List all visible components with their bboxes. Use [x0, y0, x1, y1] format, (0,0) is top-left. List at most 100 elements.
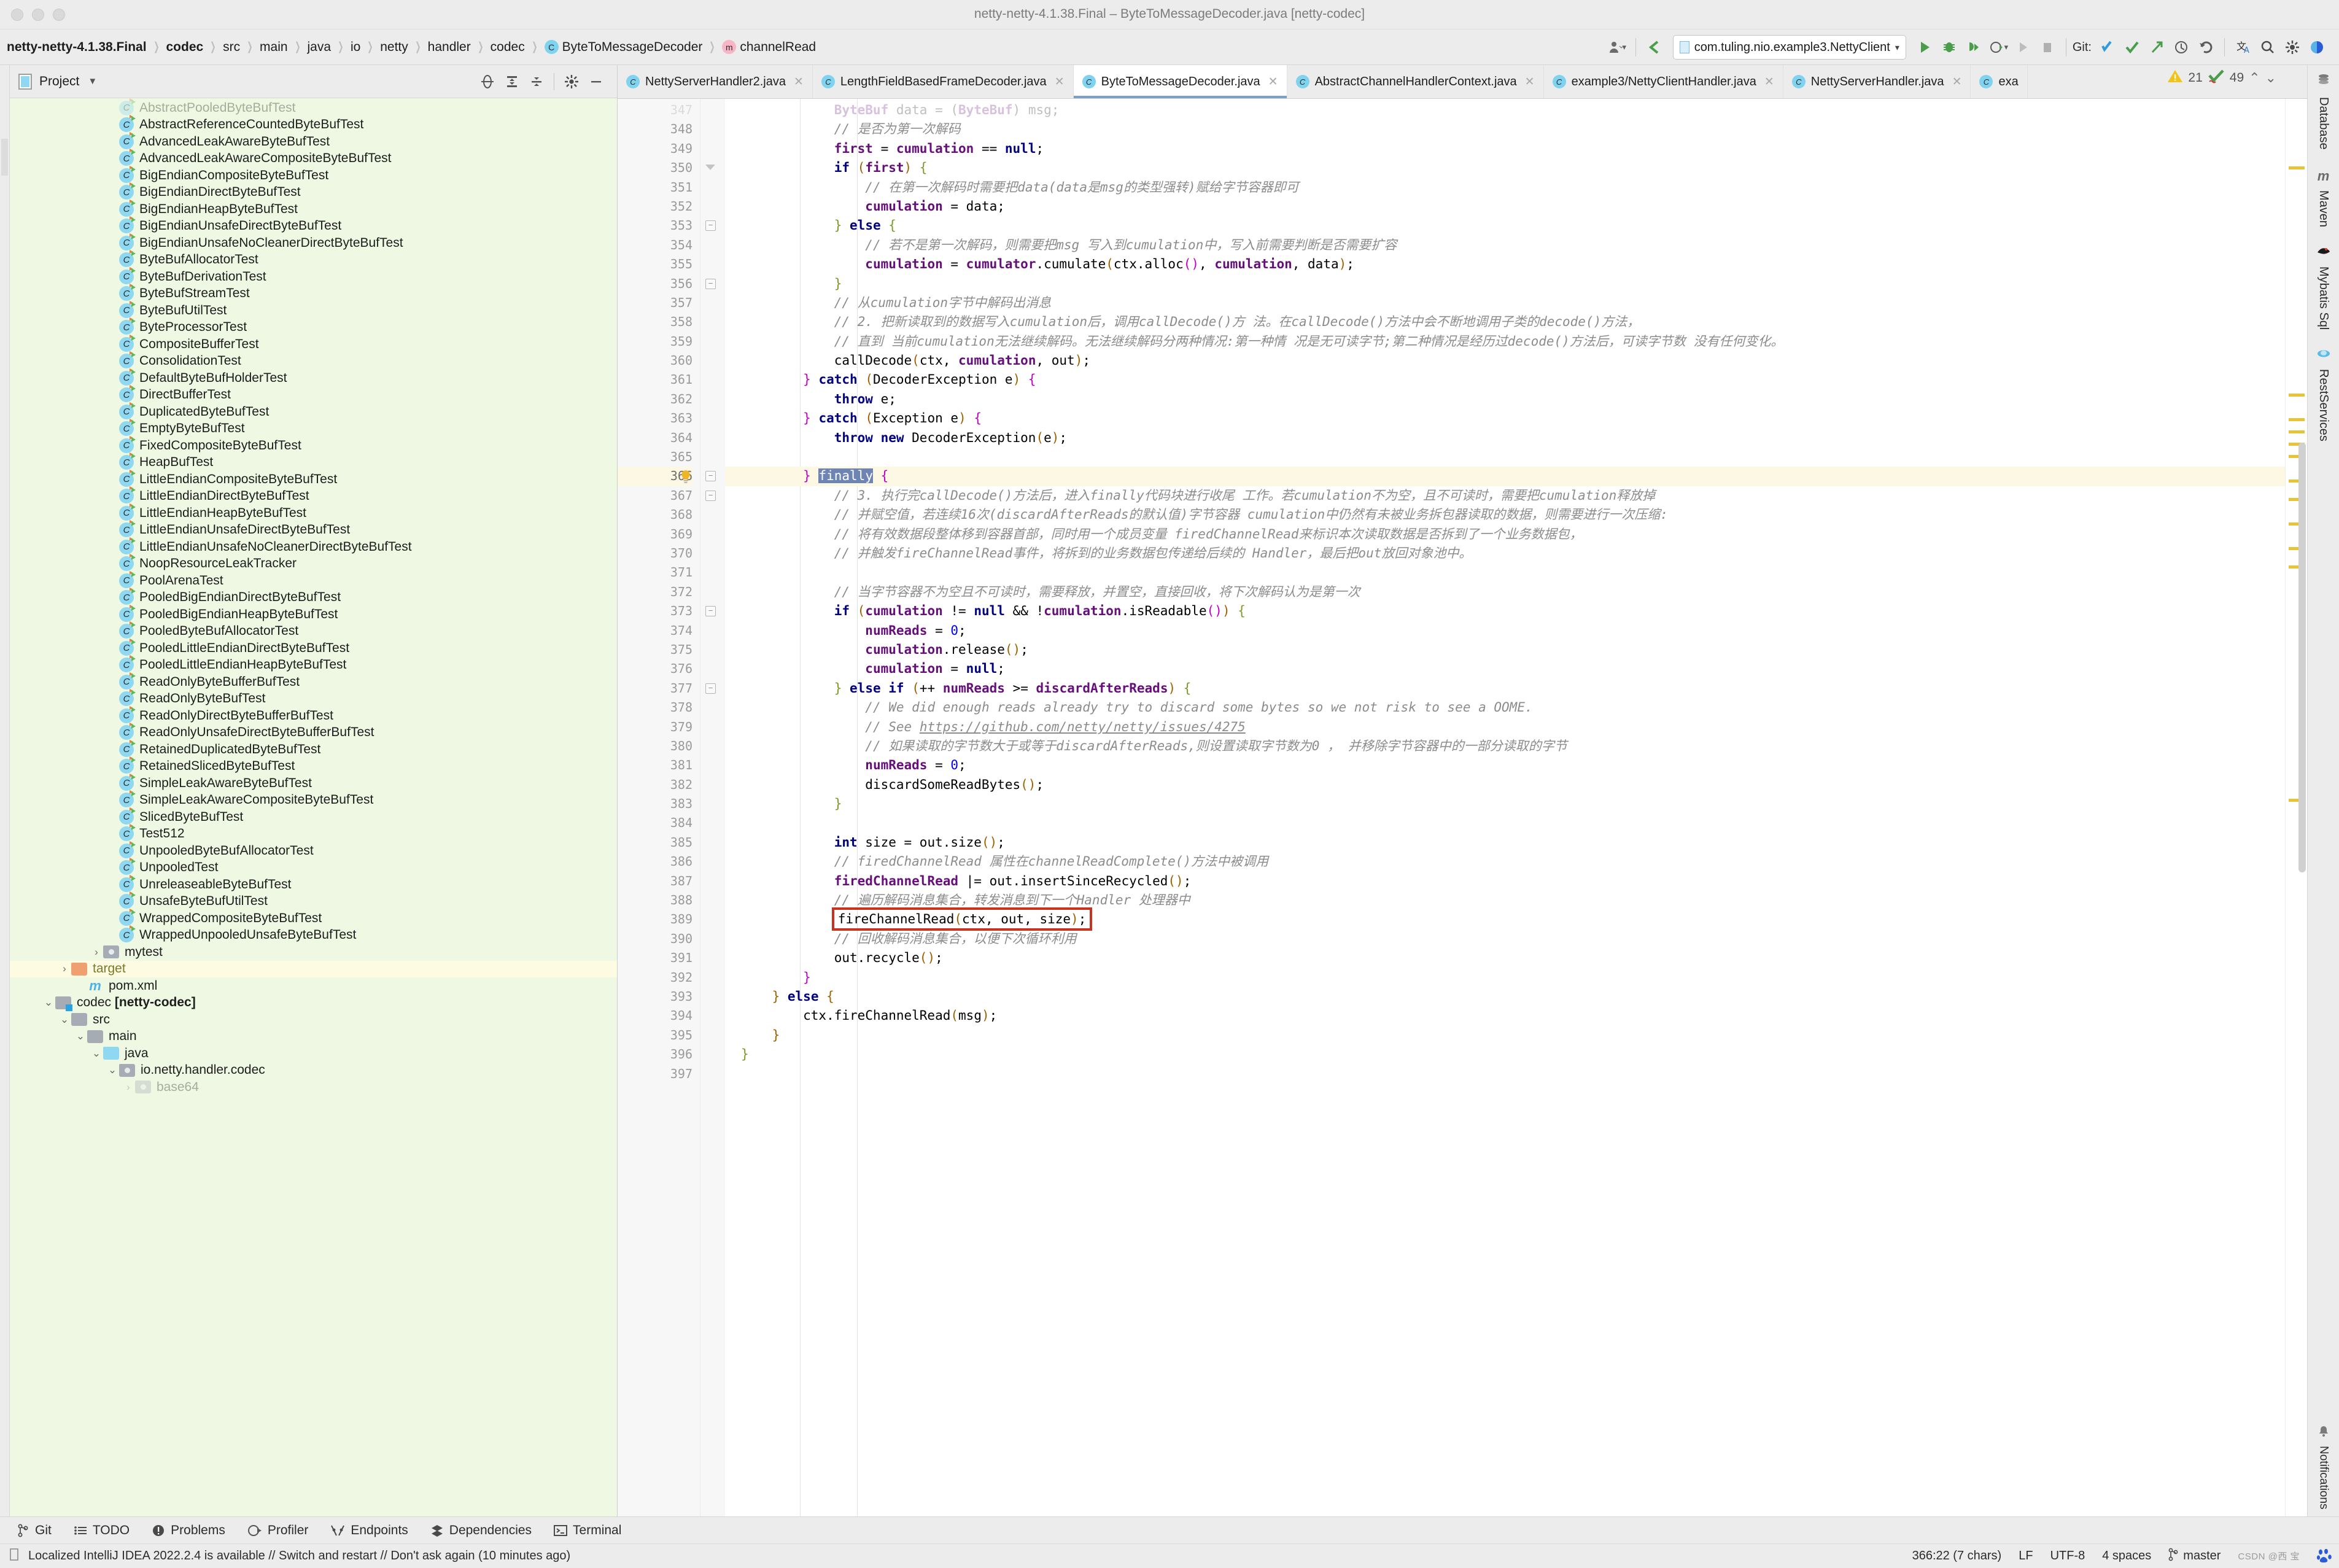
project-tree[interactable]: C AbstractPooledByteBufTest C AbstractRefer… [10, 98, 617, 1516]
editor-marker-bar[interactable] [2285, 99, 2307, 1516]
code-line[interactable]: ctx.fireChannelRead(msg); [725, 1006, 2285, 1025]
line-number[interactable]: 372 [618, 583, 692, 602]
tree-item[interactable]: ⌄ java [10, 1045, 617, 1062]
tree-item[interactable]: C PooledByteBufAllocatorTest [10, 621, 617, 640]
code-line[interactable]: numReads = 0; [725, 756, 2285, 775]
line-number[interactable]: 364 [618, 429, 692, 448]
line-number[interactable]: 347 [618, 101, 692, 120]
code-line[interactable]: discardSomeReadBytes(); [725, 775, 2285, 794]
line-number[interactable]: 353 [618, 216, 692, 235]
caret-position[interactable]: 366:22 (7 chars) [1912, 1549, 2002, 1563]
tree-item[interactable]: ⌄ io.netty.handler.codec [10, 1062, 617, 1079]
tree-item[interactable]: C BigEndianUnsafeNoCleanerDirectByteBufTe… [10, 233, 617, 252]
code-line[interactable]: // 将有效数据段整体移到容器首部，同时用一个成员变量 firedChannel… [725, 525, 2285, 544]
code-line[interactable]: } [725, 274, 2285, 293]
editor-tab[interactable]: C NettyServerHandler2.java ✕ [618, 65, 813, 98]
tree-item[interactable]: C ReadOnlyByteBufTest [10, 689, 617, 708]
code-line[interactable]: } [725, 968, 2285, 987]
code-line[interactable] [725, 1065, 2285, 1084]
line-number[interactable]: 376 [618, 659, 692, 678]
close-tab-icon[interactable]: ✕ [1952, 75, 1962, 89]
line-number[interactable]: 349 [618, 139, 692, 158]
code-line[interactable] [725, 563, 2285, 582]
code-line[interactable]: fireChannelRead(ctx, out, size); [725, 907, 2285, 931]
line-number[interactable]: 362 [618, 390, 692, 409]
close-tab-icon[interactable]: ✕ [1525, 75, 1535, 89]
tool-button-restservices[interactable]: RestServices [2316, 348, 2330, 441]
code-line[interactable]: ByteBuf data = (ByteBuf) msg; [725, 101, 2285, 120]
editor-tab[interactable]: C ByteToMessageDecoder.java ✕ [1073, 65, 1287, 98]
close-tab-icon[interactable]: ✕ [1055, 75, 1065, 89]
editor-tab[interactable]: Cexample3/NettyClientHandler.java ✕ [1544, 65, 1783, 98]
chevron-right-icon[interactable]: › [122, 1081, 135, 1093]
line-number[interactable]: 385 [618, 833, 692, 852]
line-number[interactable]: 381 [618, 756, 692, 775]
git-push-icon[interactable] [2144, 35, 2169, 60]
tree-item[interactable]: C PooledBigEndianDirectByteBufTest [10, 588, 617, 607]
tree-item[interactable]: C LittleEndianCompositeByteBufTest [10, 469, 617, 488]
tree-item[interactable]: C UnpooledTest [10, 858, 617, 877]
tree-item[interactable]: C BigEndianDirectByteBufTest [10, 182, 617, 201]
tree-item[interactable]: C PooledBigEndianHeapByteBufTest [10, 604, 617, 623]
line-number[interactable]: 384 [618, 813, 692, 833]
line-number-gutter[interactable]: 347 348 349 350 351 352 353 354 355 356 357 358 359 3… [618, 99, 700, 1516]
tree-item[interactable]: C SimpleLeakAwareByteBufTest [10, 773, 617, 792]
user-avatar-icon[interactable]: ▾ [1605, 35, 1629, 60]
line-number[interactable]: 350 [618, 158, 692, 177]
tree-item[interactable]: C ByteBufUtilTest [10, 300, 617, 319]
tool-button-mybatis-sql[interactable]: Mybatis Sql [2316, 246, 2330, 330]
line-number[interactable]: 354 [618, 236, 692, 255]
code-line[interactable]: cumulation.release(); [725, 640, 2285, 659]
code-line[interactable]: // 当字节容器不为空且不可读时，需要释放，并置空，直接回收，将下次解码认为是第… [725, 583, 2285, 602]
line-number[interactable]: 373 [618, 602, 692, 621]
code-line[interactable]: if (first) { [725, 158, 2285, 177]
fold-marker[interactable]: − [705, 471, 716, 482]
line-number[interactable]: 393 [618, 987, 692, 1006]
locate-icon[interactable] [475, 69, 500, 94]
breadcrumb-item-main[interactable]: main [255, 40, 292, 55]
tool-window-button-dependencies[interactable]: Dependencies [419, 1523, 543, 1538]
tree-item[interactable]: C LittleEndianUnsafeNoCleanerDirectByteBu… [10, 537, 617, 556]
chevron-down-icon[interactable]: ⌄ [74, 1030, 87, 1042]
line-number[interactable]: 390 [618, 930, 692, 949]
code-line[interactable]: // 并赋空值，若连续16次(discardAfterReads的默认值)字节容… [725, 505, 2285, 524]
code-line[interactable]: // 直到 当前cumulation无法继续解码。无法继续解码分两种情况:第一种… [725, 332, 2285, 351]
fold-marker[interactable]: − [705, 683, 716, 694]
tree-item[interactable]: C DuplicatedByteBufTest [10, 402, 617, 421]
breadcrumb-item-io[interactable]: io [346, 40, 365, 55]
tree-item[interactable]: C UnpooledByteBufAllocatorTest [10, 840, 617, 860]
code-content[interactable]: ByteBuf data = (ByteBuf) msg; // 是否为第一次解… [725, 99, 2285, 1516]
tree-item[interactable]: C AbstractPooledByteBufTest [10, 98, 617, 117]
run-with-coverage-icon[interactable] [1961, 35, 1986, 60]
tool-window-button-terminal[interactable]: Terminal [543, 1523, 632, 1538]
code-line[interactable]: callDecode(ctx, cumulation, out); [725, 351, 2285, 370]
run-configuration-selector[interactable]: com.tuling.nio.example3.NettyClient ▾ [1672, 35, 1906, 60]
line-number[interactable]: 363 [618, 409, 692, 428]
code-line[interactable]: if (cumulation != null && !cumulation.is… [725, 602, 2285, 621]
line-number[interactable]: 380 [618, 737, 692, 756]
tool-window-button-profiler[interactable]: Profiler [236, 1523, 320, 1538]
tree-item[interactable]: C ReadOnlyUnsafeDirectByteBufferBufTest [10, 723, 617, 742]
line-number[interactable]: 377 [618, 679, 692, 698]
breadcrumb-item-codec[interactable]: codec [486, 40, 529, 55]
code-line[interactable]: numReads = 0; [725, 621, 2285, 640]
translate-icon[interactable]: 文A [2231, 35, 2256, 60]
code-folding-gutter[interactable]: − − − − − − [681, 99, 725, 1516]
tree-item[interactable]: C ByteBufAllocatorTest [10, 250, 617, 269]
line-number[interactable]: 397 [618, 1065, 692, 1084]
tree-item[interactable]: C ReadOnlyDirectByteBufferBufTest [10, 705, 617, 724]
tree-item[interactable]: C DirectBufferTest [10, 385, 617, 404]
back-arrow-icon[interactable] [1642, 35, 1667, 60]
code-line[interactable]: // See https://github.com/netty/netty/is… [725, 718, 2285, 737]
code-line[interactable]: cumulation = cumulator.cumulate(ctx.allo… [725, 255, 2285, 274]
expand-all-icon[interactable] [500, 69, 524, 94]
next-problem-icon[interactable]: ⌄ [2265, 70, 2276, 86]
code-line[interactable]: out.recycle(); [725, 949, 2285, 968]
chevron-down-icon[interactable]: ⌄ [106, 1064, 119, 1076]
close-tab-icon[interactable]: ✕ [1268, 75, 1278, 89]
line-number[interactable]: 389 [618, 910, 692, 929]
line-number[interactable]: 367 [618, 486, 692, 505]
code-line[interactable]: // 3. 执行完callDecode()方法后，进入finally代码块进行收… [725, 486, 2285, 505]
code-line[interactable]: // 若不是第一次解码，则需要把msg 写入到cumulation中，写入前需要… [725, 236, 2285, 255]
tree-item[interactable]: C ByteProcessorTest [10, 317, 617, 336]
